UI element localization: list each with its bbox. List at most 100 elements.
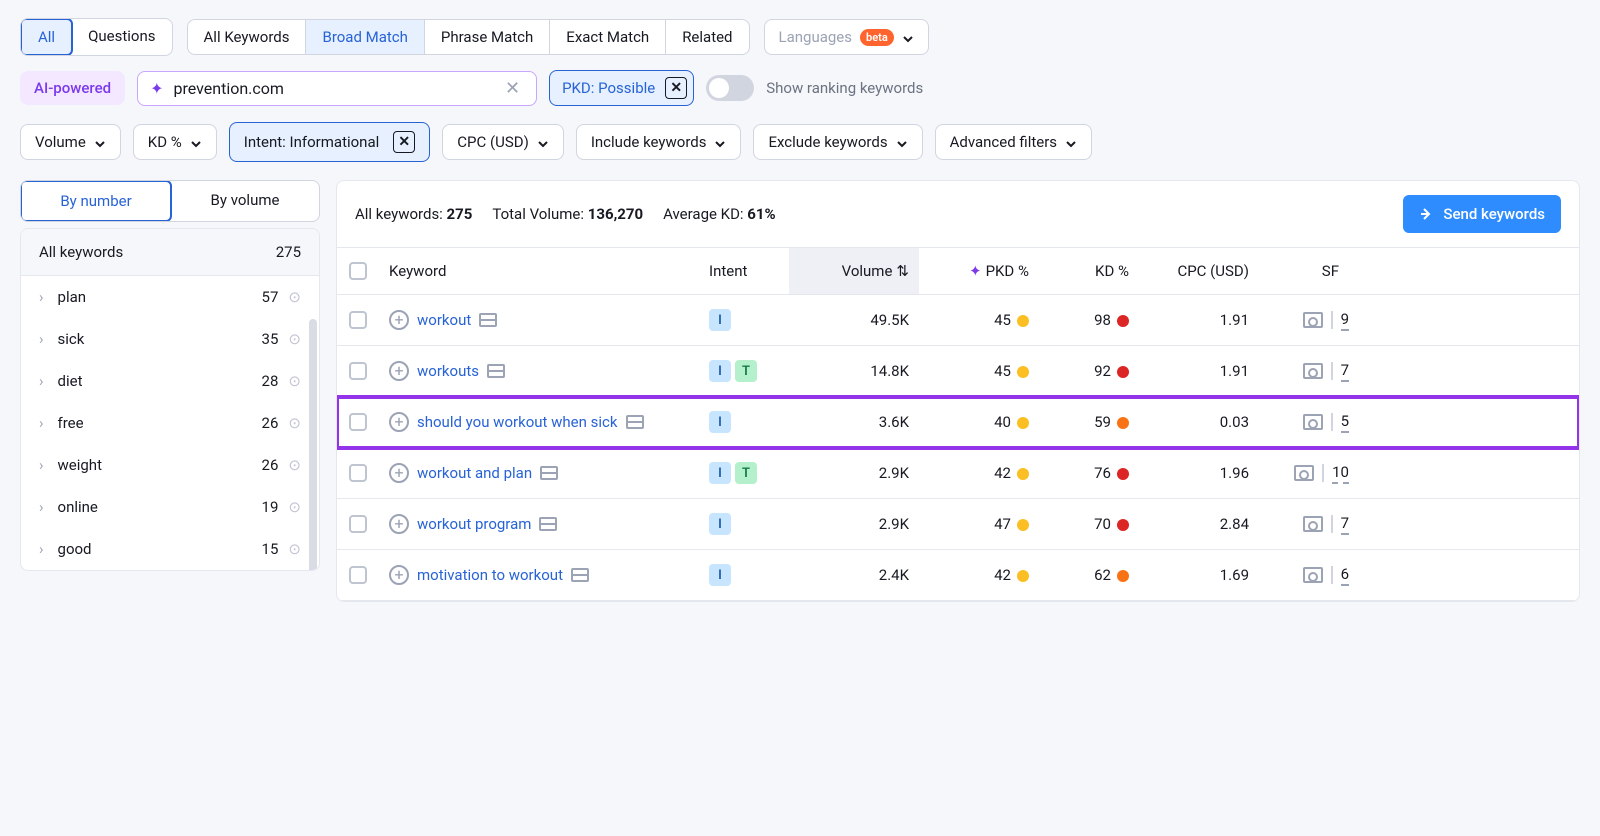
row-checkbox[interactable] [349, 413, 367, 431]
serp-icon[interactable] [540, 466, 558, 480]
serp-features-icon[interactable] [1303, 414, 1323, 430]
sidebar-item-count: 26 [262, 456, 279, 474]
serp-icon[interactable] [479, 313, 497, 327]
pkd-value: 47 [919, 515, 1039, 533]
col-volume[interactable]: Volume⇅ [789, 248, 919, 294]
keyword-cell: + workouts [389, 361, 709, 381]
serp-features-icon[interactable] [1294, 465, 1314, 481]
sf-count[interactable]: 5 [1341, 412, 1349, 433]
filter-intent[interactable]: Intent: Informational✕ [229, 122, 431, 162]
filter-cpc[interactable]: CPC (USD) [442, 124, 564, 160]
col-pkd[interactable]: ✦PKD % [919, 262, 1039, 280]
filter-advanced-label: Advanced filters [950, 133, 1057, 151]
serp-icon[interactable] [571, 568, 589, 582]
add-keyword-icon[interactable]: + [389, 310, 409, 330]
intent-cell: IT [709, 462, 789, 484]
keyword-link[interactable]: workouts [417, 362, 479, 380]
serp-icon[interactable] [626, 415, 644, 429]
sf-count[interactable]: 7 [1341, 361, 1349, 382]
close-icon[interactable]: ✕ [393, 131, 415, 153]
send-keywords-button[interactable]: Send keywords [1403, 195, 1561, 233]
select-all-checkbox[interactable] [349, 262, 367, 280]
row-checkbox[interactable] [349, 566, 367, 584]
col-cpc[interactable]: CPC (USD) [1139, 262, 1259, 280]
ranking-kw-toggle[interactable] [706, 75, 754, 101]
sidebar-item-count: 35 [262, 330, 279, 348]
serp-features-icon[interactable] [1303, 363, 1323, 379]
filter-exclude[interactable]: Exclude keywords [753, 124, 922, 160]
add-keyword-icon[interactable]: + [389, 514, 409, 534]
keyword-link[interactable]: workout program [417, 515, 531, 533]
serp-features-icon[interactable] [1303, 567, 1323, 583]
eye-icon[interactable]: ⊙ [288, 498, 301, 516]
row-checkbox[interactable] [349, 362, 367, 380]
col-sf[interactable]: SF [1259, 262, 1349, 280]
col-keyword[interactable]: Keyword [389, 262, 709, 280]
tab-questions[interactable]: Questions [72, 19, 171, 55]
tab-broad-match[interactable]: Broad Match [306, 20, 424, 54]
keyword-link[interactable]: workout and plan [417, 464, 532, 482]
sidebar-item[interactable]: ›weight26⊙ [21, 444, 319, 486]
filter-advanced[interactable]: Advanced filters [935, 124, 1092, 160]
tab-all[interactable]: All [20, 18, 73, 56]
sf-count[interactable]: 9 [1341, 310, 1349, 331]
scrollbar[interactable] [309, 319, 317, 571]
serp-icon[interactable] [487, 364, 505, 378]
serp-features-icon[interactable] [1303, 312, 1323, 328]
chevron-down-icon [190, 136, 202, 148]
languages-dropdown[interactable]: Languages beta [764, 19, 929, 55]
chevron-right-icon: › [39, 330, 44, 348]
add-keyword-icon[interactable]: + [389, 361, 409, 381]
view-by-number[interactable]: By number [20, 180, 172, 222]
eye-icon[interactable]: ⊙ [288, 540, 301, 558]
add-keyword-icon[interactable]: + [389, 463, 409, 483]
send-button-label: Send keywords [1443, 205, 1545, 223]
view-by-volume[interactable]: By volume [171, 181, 319, 221]
tab-all-keywords[interactable]: All Keywords [188, 20, 307, 54]
sidebar: By number By volume All keywords 275 ›pl… [20, 180, 320, 602]
tab-exact-match[interactable]: Exact Match [550, 20, 666, 54]
filter-include[interactable]: Include keywords [576, 124, 742, 160]
domain-input[interactable] [173, 79, 501, 98]
sidebar-item[interactable]: ›online19⊙ [21, 486, 319, 528]
filter-kd[interactable]: KD % [133, 124, 217, 160]
serp-features-icon[interactable] [1303, 516, 1323, 532]
tab-phrase-match[interactable]: Phrase Match [425, 20, 550, 54]
stat-avg-kd: Average KD: 61% [663, 205, 776, 223]
eye-icon[interactable]: ⊙ [288, 414, 301, 432]
add-keyword-icon[interactable]: + [389, 565, 409, 585]
filter-volume[interactable]: Volume [20, 124, 121, 160]
pkd-chip[interactable]: PKD: Possible ✕ [549, 70, 694, 106]
close-icon[interactable]: ✕ [665, 77, 687, 99]
clear-domain-icon[interactable]: ✕ [501, 78, 524, 99]
col-intent[interactable]: Intent [709, 262, 789, 280]
table-row: +should you workout when sickI3.6K40590.… [337, 397, 1579, 448]
eye-icon[interactable]: ⊙ [288, 330, 301, 348]
table-row: +workoutsIT14.8K45921.917 [337, 346, 1579, 397]
sidebar-item[interactable]: ›sick35⊙ [21, 318, 319, 360]
add-keyword-icon[interactable]: + [389, 412, 409, 432]
chevron-down-icon [94, 136, 106, 148]
keyword-link[interactable]: should you workout when sick [417, 413, 618, 431]
tab-group-1: All Questions [20, 18, 173, 56]
eye-icon[interactable]: ⊙ [288, 288, 301, 306]
sidebar-item[interactable]: ›free26⊙ [21, 402, 319, 444]
sidebar-item[interactable]: ›good15⊙ [21, 528, 319, 570]
sf-count[interactable]: 7 [1341, 514, 1349, 535]
row-checkbox[interactable] [349, 464, 367, 482]
row-checkbox[interactable] [349, 311, 367, 329]
sidebar-item[interactable]: ›plan57⊙ [21, 276, 319, 318]
sf-count[interactable]: 6 [1341, 565, 1349, 586]
tab-related[interactable]: Related [666, 20, 748, 54]
intent-cell: I [709, 309, 789, 331]
intent-cell: I [709, 513, 789, 535]
eye-icon[interactable]: ⊙ [288, 456, 301, 474]
col-kd[interactable]: KD % [1039, 262, 1139, 280]
sf-count[interactable]: 10 [1332, 463, 1349, 484]
row-checkbox[interactable] [349, 515, 367, 533]
eye-icon[interactable]: ⊙ [288, 372, 301, 390]
keyword-link[interactable]: workout [417, 311, 471, 329]
serp-icon[interactable] [539, 517, 557, 531]
sidebar-item[interactable]: ›diet28⊙ [21, 360, 319, 402]
keyword-link[interactable]: motivation to workout [417, 566, 563, 584]
